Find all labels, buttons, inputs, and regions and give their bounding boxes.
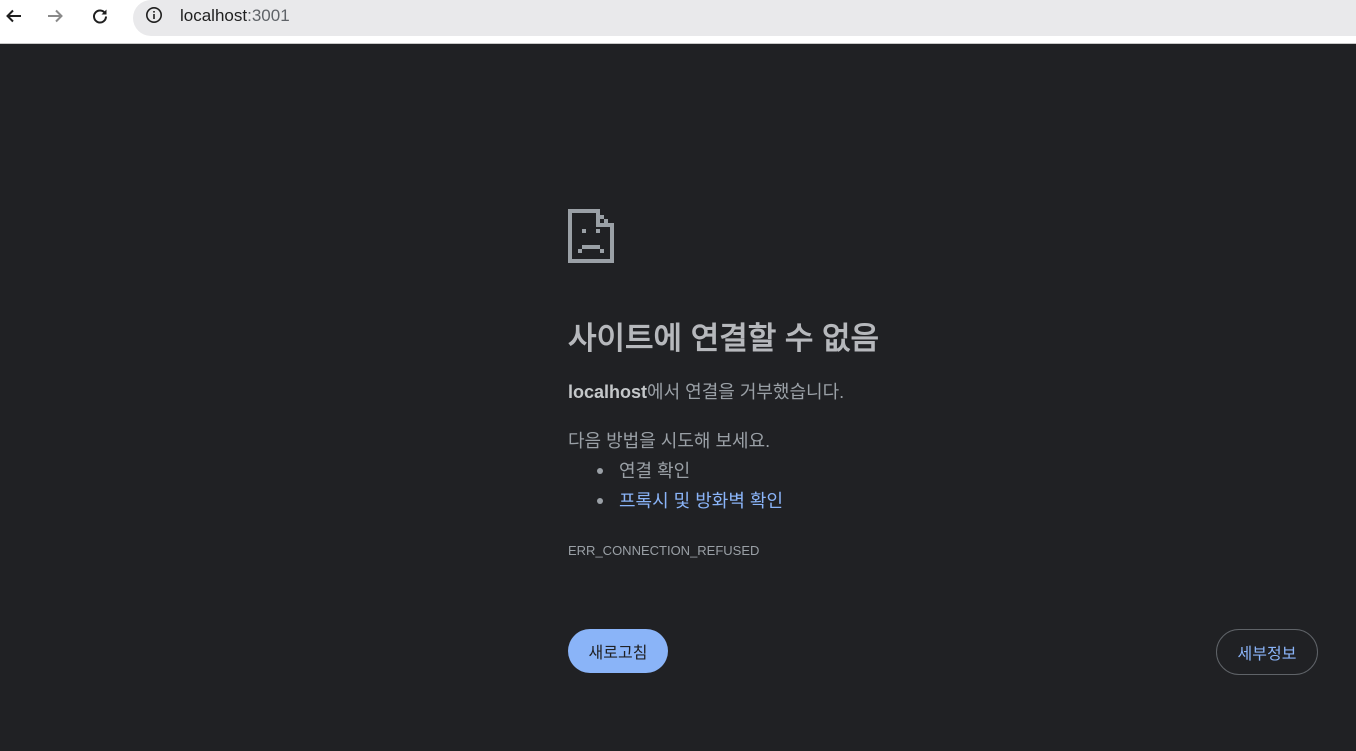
info-icon [146, 7, 162, 23]
url-host: localhost [180, 6, 248, 25]
suggestion-check-connection: 연결 확인 [568, 459, 783, 489]
bullet [597, 498, 603, 504]
details-button[interactable]: 세부정보 [1216, 629, 1318, 675]
suggestions-list: 연결 확인 프록시 및 방화벽 확인 [568, 459, 783, 519]
suggestion-check-proxy-firewall-link[interactable]: 프록시 및 방화벽 확인 [568, 489, 783, 519]
url-text[interactable]: localhost:3001 [180, 6, 290, 26]
summary-host: localhost [568, 382, 648, 402]
suggestion-label: 프록시 및 방화벽 확인 [619, 491, 784, 511]
reload-page-button[interactable] [86, 2, 114, 30]
bullet [597, 468, 603, 474]
reload-icon [93, 9, 107, 24]
browser-toolbar: localhost:3001 [0, 0, 1356, 44]
suggestions-heading: 다음 방법을 시도해 보세요. [568, 431, 771, 451]
error-title: 사이트에 연결할 수 없음 [568, 321, 880, 356]
error-code: ERR_CONNECTION_REFUSED [568, 543, 760, 558]
reload-button[interactable]: 새로고침 [568, 629, 668, 673]
suggestion-label: 연결 확인 [619, 461, 691, 481]
forward-button[interactable] [41, 2, 69, 30]
arrow-right-icon [48, 9, 63, 23]
sad-file-icon [568, 209, 614, 263]
url-port: :3001 [247, 6, 290, 25]
back-button[interactable] [0, 2, 28, 30]
address-bar[interactable]: localhost:3001 [133, 0, 1356, 36]
error-summary: localhost에서 연결을 거부했습니다. [568, 380, 844, 404]
summary-text: 에서 연결을 거부했습니다. [647, 382, 845, 402]
arrow-left-icon [6, 9, 21, 23]
site-info-button[interactable] [144, 5, 164, 25]
